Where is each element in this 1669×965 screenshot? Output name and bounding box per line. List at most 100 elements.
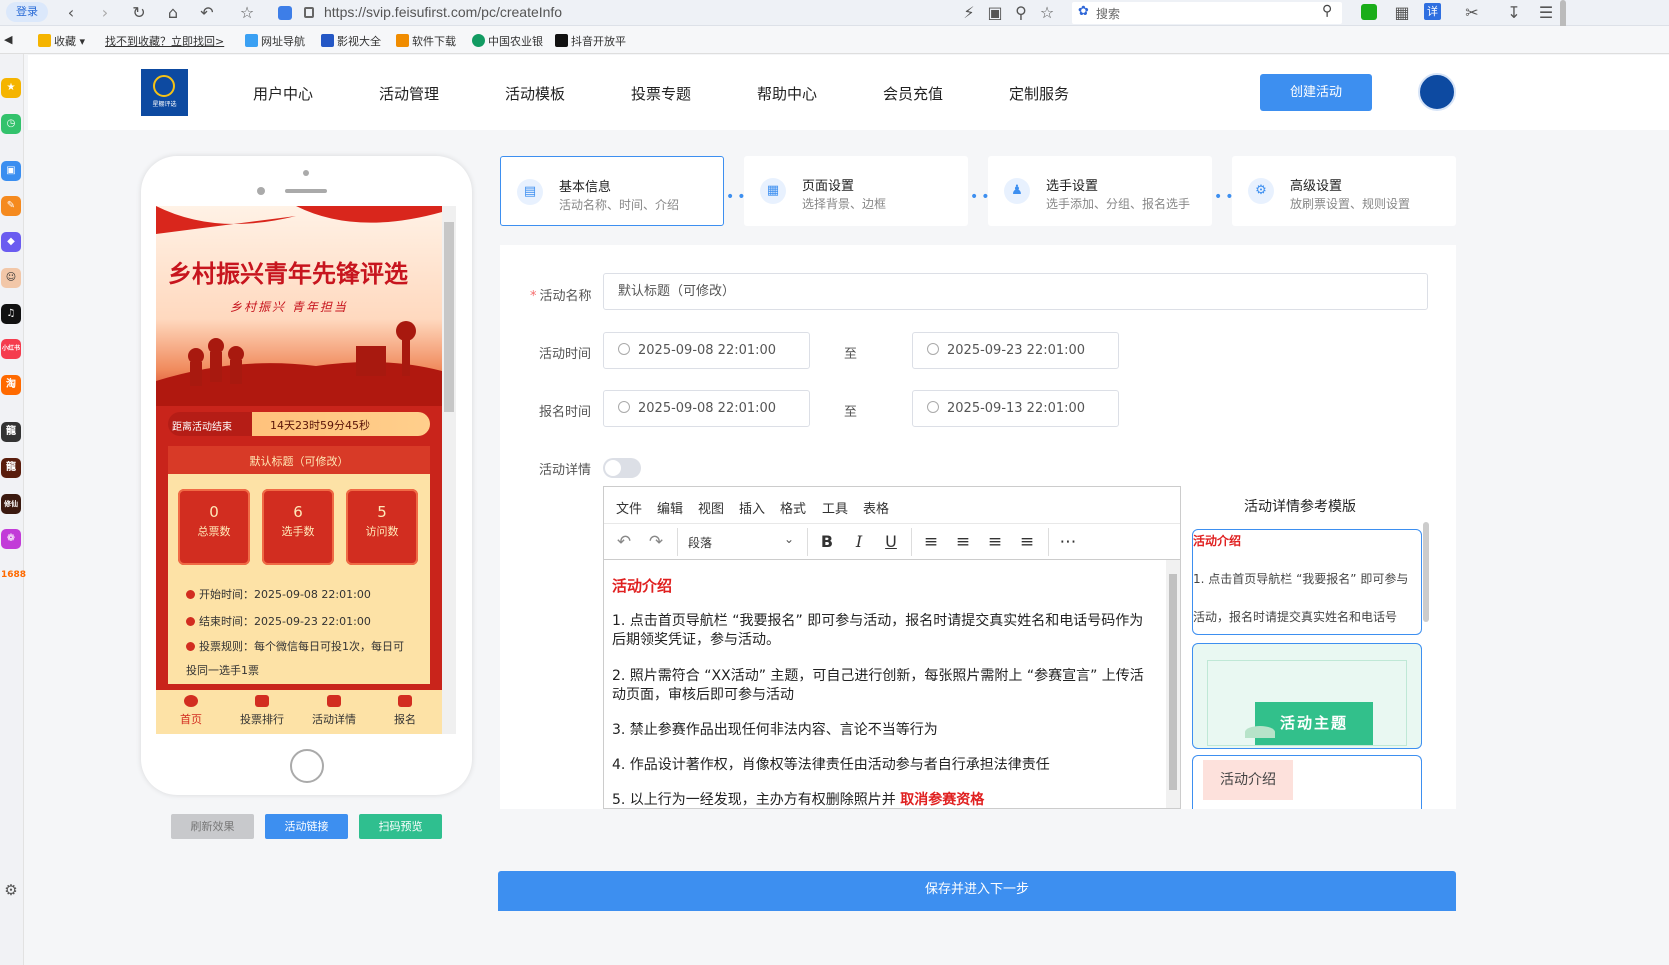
italic-icon[interactable]: I xyxy=(848,532,870,551)
screenshot-icon[interactable]: ▣ xyxy=(986,4,1004,22)
activity-detail-toggle[interactable] xyxy=(603,458,641,478)
paragraph-select[interactable]: 段落 xyxy=(688,534,712,551)
tiktok-icon[interactable]: ♫ xyxy=(1,304,21,324)
preview-tab-detail[interactable]: 活动详情 xyxy=(304,695,364,727)
lightning-icon[interactable]: ⚡ xyxy=(960,4,978,22)
activity-link-button[interactable]: 活动链接 xyxy=(265,814,348,839)
align-center-icon[interactable]: ≡ xyxy=(952,532,974,552)
bookmark-item[interactable]: 中国农业银 xyxy=(472,33,543,49)
search-icon[interactable]: ⚲ xyxy=(1322,3,1332,19)
step-basic-info[interactable]: ▤ 基本信息 活动名称、时间、介绍 xyxy=(500,156,724,226)
login-badge[interactable]: 登录 xyxy=(6,2,48,22)
bookmark-item[interactable]: 网址导航 xyxy=(245,33,305,49)
bookmark-item[interactable]: 影视大全 xyxy=(321,33,381,49)
redo-icon[interactable]: ↷ xyxy=(645,532,667,552)
favorite-list-icon[interactable]: ☆ xyxy=(238,4,256,22)
star-app-icon[interactable]: ★ xyxy=(1,78,21,98)
avatar-app-icon[interactable]: ☺ xyxy=(1,268,21,288)
scissors-icon[interactable]: ✂ xyxy=(1463,4,1481,22)
nav-vote-topic[interactable]: 投票专题 xyxy=(631,83,691,104)
app-1688-icon[interactable]: 1688 xyxy=(1,565,26,585)
wechat-icon[interactable] xyxy=(1361,4,1377,20)
bag-app-icon[interactable]: ▣ xyxy=(1,161,21,181)
settings-gear-icon[interactable]: ⚙ xyxy=(1,880,21,900)
nav-activity-manage[interactable]: 活动管理 xyxy=(379,83,439,104)
align-justify-icon[interactable]: ≡ xyxy=(1016,532,1038,552)
preview-tab-ranking[interactable]: 投票排行 xyxy=(232,695,292,727)
address-bar[interactable]: https://svip.feisufirst.com/pc/createInf… xyxy=(278,2,1030,24)
home-icon[interactable]: ⌂ xyxy=(164,4,182,22)
step-contestant-settings[interactable]: ♟ 选手设置 选手添加、分组、报名选手 xyxy=(988,156,1212,226)
undo-icon[interactable]: ↶ xyxy=(613,532,635,552)
nav-custom-service[interactable]: 定制服务 xyxy=(1009,83,1069,104)
hero-subtitle: 乡村振兴 青年担当 xyxy=(230,300,348,314)
back-icon[interactable]: ‹ xyxy=(62,4,80,22)
undo-icon[interactable]: ↶ xyxy=(198,4,216,22)
template-card-2[interactable]: 活动主题 xyxy=(1192,643,1422,749)
game-colorful-icon[interactable]: ❁ xyxy=(1,529,21,549)
editor-scrollbar[interactable] xyxy=(1166,560,1180,808)
menu-icon[interactable]: ☰ xyxy=(1537,4,1555,22)
save-next-button[interactable]: 保存并进入下一步 xyxy=(498,871,1456,911)
refresh-preview-button[interactable]: 刷新效果 xyxy=(171,814,254,839)
download-icon[interactable]: ↧ xyxy=(1505,4,1523,22)
xiaohongshu-icon[interactable]: 小红书 xyxy=(1,339,21,359)
tool-app-icon[interactable]: ✎ xyxy=(1,196,21,216)
nav-help-center[interactable]: 帮助中心 xyxy=(757,83,817,104)
editor-content[interactable]: 活动介绍 1. 点击首页导航栏 “我要报名” 即可参与活动，报名时请提交真实姓名… xyxy=(604,560,1166,808)
align-right-icon[interactable]: ≡ xyxy=(984,532,1006,552)
step-page-settings[interactable]: ▦ 页面设置 选择背景、边框 xyxy=(744,156,968,226)
editor-menu-file[interactable]: 文件 xyxy=(616,498,642,517)
bookmark-favorites[interactable]: 收藏 ▾ xyxy=(38,33,85,49)
editor-menu-edit[interactable]: 编辑 xyxy=(657,498,683,517)
signup-start-time-input[interactable]: 2025-09-08 22:01:00 xyxy=(603,390,810,427)
preview-scroll-thumb[interactable] xyxy=(444,222,454,412)
step-advanced-settings[interactable]: ⚙ 高级设置 放刷票设置、规则设置 xyxy=(1232,156,1456,226)
game-xiuxian-icon[interactable]: 修仙 xyxy=(1,494,21,514)
site-logo[interactable]: 星棚评选 xyxy=(141,69,188,116)
preview-tab-home[interactable]: 首页 xyxy=(161,695,221,727)
chevron-down-icon[interactable]: ⌄ xyxy=(784,532,794,546)
sidebar-toggle-icon[interactable]: ◀ xyxy=(4,33,12,46)
create-activity-button[interactable]: 创建活动 xyxy=(1260,74,1372,111)
user-avatar[interactable] xyxy=(1418,73,1456,111)
editor-menu-tools[interactable]: 工具 xyxy=(822,498,848,517)
star-icon[interactable]: ☆ xyxy=(1038,4,1056,22)
editor-scroll-thumb[interactable] xyxy=(1169,574,1177,790)
bold-icon[interactable]: B xyxy=(816,532,838,551)
more-icon[interactable]: ⋯ xyxy=(1057,532,1079,552)
nav-member-recharge[interactable]: 会员充值 xyxy=(883,83,943,104)
preview-tab-signup[interactable]: 报名 xyxy=(375,695,435,727)
editor-menu-table[interactable]: 表格 xyxy=(863,498,889,517)
editor-paragraph: 5. 以上行为一经发现，主办方有权删除照片并 取消参赛资格 xyxy=(612,791,1157,808)
bookmark-not-found-link[interactable]: 找不到收藏？立即找回> xyxy=(105,33,224,49)
game-long-icon[interactable]: 龍 xyxy=(1,422,21,442)
template-scrollbar[interactable] xyxy=(1423,522,1429,622)
activity-end-time-input[interactable]: 2025-09-23 22:01:00 xyxy=(912,332,1119,369)
editor-menu-format[interactable]: 格式 xyxy=(780,498,806,517)
game-controller-icon[interactable]: ◆ xyxy=(1,232,21,252)
activity-start-time-input[interactable]: 2025-09-08 22:01:00 xyxy=(603,332,810,369)
clock-app-icon[interactable]: ◷ xyxy=(1,114,21,134)
align-left-icon[interactable]: ≡ xyxy=(920,532,942,552)
refresh-icon[interactable]: ↻ xyxy=(130,4,148,22)
forward-icon[interactable]: › xyxy=(96,4,114,22)
editor-menu-insert[interactable]: 插入 xyxy=(739,498,765,517)
activity-name-input[interactable]: 默认标题（可修改） xyxy=(603,273,1428,310)
nav-activity-template[interactable]: 活动模板 xyxy=(505,83,565,104)
underline-icon[interactable]: U xyxy=(880,532,902,551)
taobao-icon[interactable]: 淘 xyxy=(1,375,21,395)
translate-badge[interactable]: 详 xyxy=(1424,3,1441,20)
grid-icon[interactable]: ▦ xyxy=(1393,4,1411,22)
preview-scrollbar[interactable] xyxy=(442,206,456,734)
template-card-3[interactable]: 活动介绍 xyxy=(1192,755,1422,809)
editor-menu-view[interactable]: 视图 xyxy=(698,498,724,517)
scan-preview-button[interactable]: 扫码预览 xyxy=(359,814,442,839)
browser-search[interactable]: ✿ 搜索 ⚲ xyxy=(1072,2,1342,24)
bookmark-item[interactable]: 抖音开放平 xyxy=(555,33,626,49)
signup-end-time-input[interactable]: 2025-09-13 22:01:00 xyxy=(912,390,1119,427)
key-icon[interactable]: ⚲ xyxy=(1012,4,1030,22)
bookmark-item[interactable]: 软件下载 xyxy=(396,33,456,49)
game-long2-icon[interactable]: 龍 xyxy=(1,458,21,478)
nav-user-center[interactable]: 用户中心 xyxy=(253,83,313,104)
